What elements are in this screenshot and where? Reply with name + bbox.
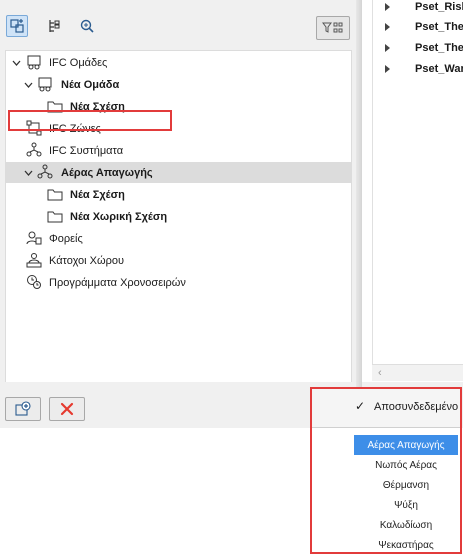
tree-row-exhaust-air[interactable]: Αέρας Απαγωγής bbox=[6, 162, 351, 183]
expand-arrow-icon[interactable] bbox=[385, 23, 390, 31]
add-new-icon bbox=[15, 401, 31, 416]
tree-row-label: Νέα Ομάδα bbox=[61, 78, 120, 91]
expand-arrow-icon[interactable] bbox=[385, 3, 390, 11]
system-icon bbox=[37, 164, 53, 179]
tree-row-label: Αέρας Απαγωγής bbox=[61, 166, 153, 179]
actor-icon bbox=[26, 231, 42, 245]
tree-row-new-relation[interactable]: Νέα Σχέση bbox=[6, 184, 351, 205]
delete-icon bbox=[60, 402, 74, 416]
menu-unlinked-label: Αποσυνδεδεμένο bbox=[374, 401, 459, 413]
menu-item-sprinkler[interactable]: Ψεκαστήρας bbox=[354, 535, 458, 555]
folder-icon bbox=[47, 189, 63, 201]
menu-item-cooling[interactable]: Ψύξη bbox=[354, 495, 458, 515]
tree-row-actors[interactable]: Φορείς bbox=[6, 228, 351, 249]
chevron-down-icon[interactable] bbox=[23, 80, 33, 90]
tree-toolbar bbox=[0, 0, 360, 50]
checkmark-icon: ✓ bbox=[355, 399, 366, 413]
tree-row-label: Προγράμματα Χρονοσειρών bbox=[49, 276, 186, 289]
pset-row[interactable]: Pset_Risk bbox=[373, 0, 463, 16]
menu-item-fresh-air[interactable]: Νωπός Αέρας bbox=[354, 455, 458, 475]
pset-label: Pset_Risk bbox=[415, 1, 463, 13]
occupant-icon bbox=[26, 253, 42, 268]
tree-row-label: Κάτοχοι Χώρου bbox=[49, 254, 124, 267]
chevron-down-icon[interactable] bbox=[23, 168, 33, 178]
hierarchy-button[interactable] bbox=[44, 15, 66, 37]
tree-row-label: IFC Συστήματα bbox=[49, 144, 124, 157]
scroll-left-icon[interactable]: ‹ bbox=[378, 367, 382, 379]
ifc-tree-panel: IFC Ομάδες Νέα Ομάδα Νέα Σχέση IFC Ζώνες… bbox=[0, 0, 360, 428]
menu-item-exhaust-air[interactable]: Αέρας Απαγωγής bbox=[354, 435, 458, 455]
tree-row-new-spatial-relation[interactable]: Νέα Χωρική Σχέση bbox=[6, 206, 351, 227]
filter-icon bbox=[322, 22, 343, 33]
tree-row-label: Νέα Σχέση bbox=[70, 188, 125, 201]
menu-item-heating[interactable]: Θέρμανση bbox=[354, 475, 458, 495]
horizontal-scrollbar[interactable]: ‹ bbox=[372, 364, 463, 381]
tree-row-time-series-schedules[interactable]: Προγράμματα Χρονοσειρών bbox=[6, 272, 351, 293]
schedule-icon bbox=[27, 275, 41, 289]
pset-label: Pset_War bbox=[415, 63, 463, 75]
add-tree-button[interactable] bbox=[6, 15, 28, 37]
chevron-down-icon[interactable] bbox=[11, 58, 21, 68]
tree-row-ifc-systems[interactable]: IFC Συστήματα bbox=[6, 140, 351, 161]
pset-row[interactable]: Pset_Ther bbox=[373, 39, 463, 57]
tree-row-label: Φορείς bbox=[49, 232, 83, 245]
system-dropdown-menu: ✓ Αποσυνδεδεμένο Αέρας Απαγωγής Νωπός Αέ… bbox=[310, 387, 462, 554]
add-new-button[interactable] bbox=[5, 397, 41, 421]
selection-highlight-box bbox=[8, 110, 172, 131]
tree-row-label: Νέα Χωρική Σχέση bbox=[70, 210, 168, 223]
search-button[interactable] bbox=[76, 15, 98, 37]
tree-row-new-group[interactable]: Νέα Ομάδα bbox=[6, 74, 351, 95]
pset-row[interactable]: Pset_War bbox=[373, 60, 463, 78]
menu-unlinked-option[interactable]: ✓ Αποσυνδεδεμένο bbox=[312, 389, 460, 428]
expand-arrow-icon[interactable] bbox=[385, 65, 390, 73]
tree-row-ifc-groups[interactable]: IFC Ομάδες bbox=[6, 52, 351, 73]
property-sets-panel: Pset_Risk Pset_Ther Pset_Ther Pset_War ‹ bbox=[362, 0, 463, 428]
folder-icon bbox=[47, 211, 63, 223]
group-icon bbox=[27, 55, 41, 70]
pset-label: Pset_Ther bbox=[415, 21, 463, 33]
pset-list: Pset_Risk Pset_Ther Pset_Ther Pset_War bbox=[372, 0, 463, 364]
delete-button[interactable] bbox=[49, 397, 85, 421]
expand-arrow-icon[interactable] bbox=[385, 44, 390, 52]
group-icon bbox=[38, 77, 52, 92]
tree-row-space-occupants[interactable]: Κάτοχοι Χώρου bbox=[6, 250, 351, 271]
tree-row-label: IFC Ομάδες bbox=[49, 56, 108, 69]
menu-item-cabling[interactable]: Καλωδίωση bbox=[354, 515, 458, 535]
filter-button[interactable] bbox=[316, 16, 350, 40]
system-icon bbox=[26, 142, 42, 157]
hierarchy-icon bbox=[49, 20, 60, 32]
tree-bottom-bar bbox=[0, 382, 360, 428]
pset-row[interactable]: Pset_Ther bbox=[373, 18, 463, 36]
search-icon bbox=[80, 19, 94, 33]
ifc-tree-view: IFC Ομάδες Νέα Ομάδα Νέα Σχέση IFC Ζώνες… bbox=[5, 50, 352, 383]
pset-label: Pset_Ther bbox=[415, 42, 463, 54]
add-tree-icon bbox=[10, 19, 24, 33]
